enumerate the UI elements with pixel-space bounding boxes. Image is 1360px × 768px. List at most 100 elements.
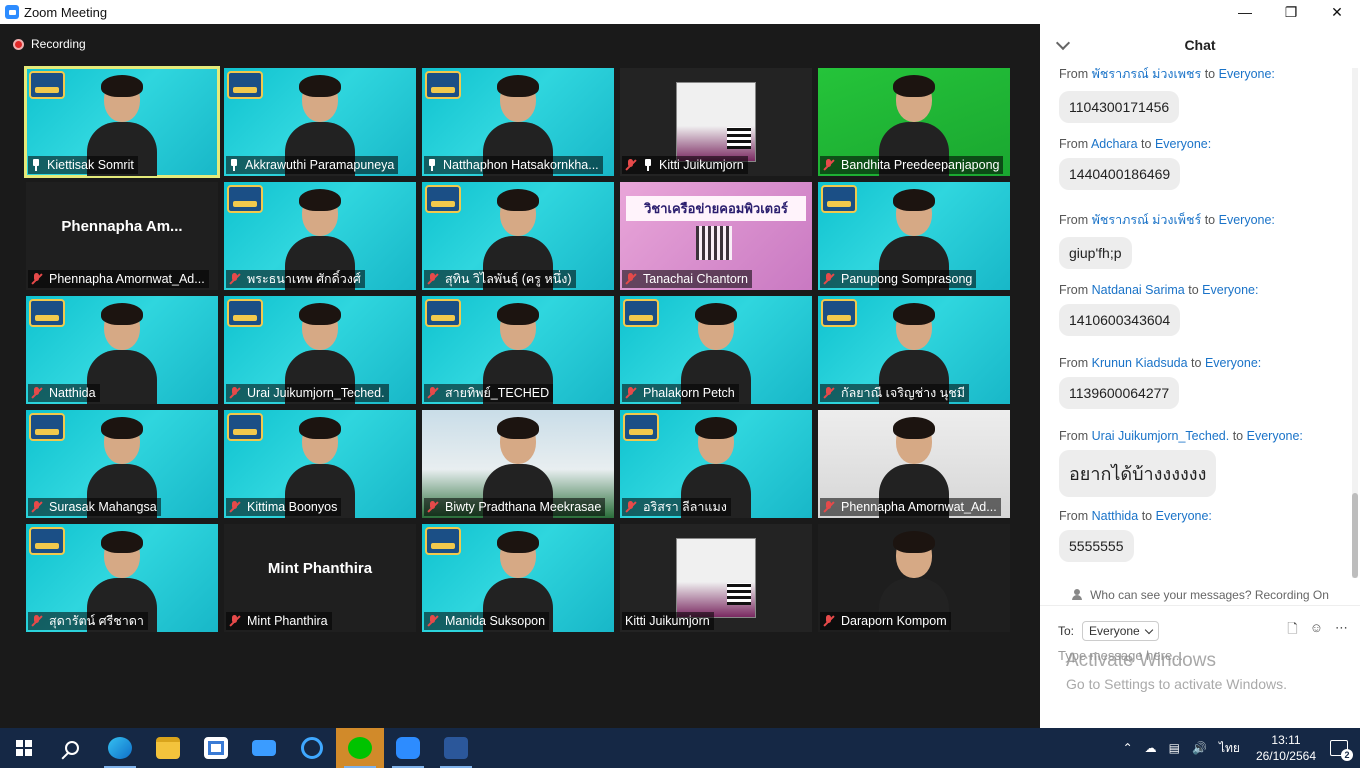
to-word: to [1232, 429, 1244, 443]
line-button[interactable] [336, 728, 384, 768]
recipient-name[interactable]: Everyone: [1205, 356, 1261, 370]
chat-scrollbar[interactable] [1352, 68, 1358, 578]
file-icon[interactable]: 🗋 [1287, 620, 1297, 642]
sender-name[interactable]: Krunun Kiadsuda [1092, 356, 1188, 370]
chevron-up-icon[interactable]: ⌃ [1123, 741, 1133, 755]
recipient-name[interactable]: Everyone: [1156, 509, 1212, 523]
recipient-value: Everyone [1089, 624, 1140, 638]
participant-tile[interactable]: Daraporn Kompom [818, 524, 1010, 632]
participant-tile[interactable]: Natthida [26, 296, 218, 404]
participant-tile[interactable]: สุดารัตน์ ศรีชาดา [26, 524, 218, 632]
notification-icon[interactable]: 2 [1330, 740, 1353, 761]
from-label: From [1059, 213, 1089, 227]
muted-mic-icon [31, 273, 43, 285]
participant-tile[interactable]: Kittima Boonyos [224, 410, 416, 518]
from-label: From [1059, 509, 1089, 523]
to-word: to [1204, 213, 1216, 227]
muted-mic-icon [31, 615, 43, 627]
participant-tile[interactable]: Kiettisak Somrit [24, 66, 220, 178]
recipient-name[interactable]: Everyone: [1247, 429, 1303, 443]
visibility-note[interactable]: Who can see your messages? Recording On [1040, 584, 1360, 606]
more-icon[interactable]: ⋯ [1335, 620, 1348, 642]
emoji-icon[interactable]: ☺ [1310, 620, 1323, 642]
language-indicator[interactable]: ไทย [1219, 739, 1240, 758]
sender-name[interactable]: พัชราภรณ์ ม่วงเพ็ชร์ [1092, 213, 1202, 227]
maximize-button[interactable]: ❐ [1268, 0, 1314, 24]
word-button[interactable] [432, 728, 480, 768]
participant-tile[interactable]: Manida Suksopon [422, 524, 614, 632]
participant-tile[interactable]: พระธนาเทพ ศักดิ์วงศ์ [224, 182, 416, 290]
participant-name: สายทิพย์_TECHED [445, 386, 550, 400]
participant-name-tag: Akkrawuthi Paramapuneya [226, 156, 399, 174]
participant-tile[interactable]: Urai Juikumjorn_Teched. [224, 296, 416, 404]
participant-tile[interactable]: Natthaphon Hatsakornkha... [422, 68, 614, 176]
message-header: From Natdanai Sarima to Everyone: [1059, 283, 1258, 297]
chat-tools: 🗋 ☺ ⋯ [1287, 620, 1348, 642]
sender-name[interactable]: Natthida [1092, 509, 1139, 523]
close-button[interactable]: ✕ [1314, 0, 1360, 24]
participant-name-tag: Kitti Juikumjorn [622, 612, 714, 630]
search-button[interactable] [48, 728, 96, 768]
recipient-dropdown[interactable]: Everyone [1082, 621, 1159, 641]
mail-button[interactable] [240, 728, 288, 768]
participant-name-tag: สุดารัตน์ ศรีชาดา [28, 612, 148, 630]
message-header: From Urai Juikumjorn_Teched. to Everyone… [1059, 429, 1303, 443]
zoom-button[interactable] [384, 728, 432, 768]
minimize-button[interactable]: — [1222, 0, 1268, 24]
network-icon[interactable]: ▤ [1169, 741, 1180, 755]
participant-name-tag: Kitti Juikumjorn [622, 156, 748, 174]
participant-tile[interactable]: Kitti Juikumjorn [620, 524, 812, 632]
event-logo [821, 185, 857, 213]
internet-explorer-button[interactable] [288, 728, 336, 768]
participant-name-tag: Surasak Mahangsa [28, 498, 161, 516]
participant-tile[interactable]: Biwty Pradthana Meekrasae [422, 410, 614, 518]
participant-tile[interactable]: อริสรา ลีลาแมง [620, 410, 812, 518]
participant-tile[interactable]: Phennapha Am... Phennapha Amornwat_Ad... [26, 182, 218, 290]
scrollbar-thumb[interactable] [1352, 493, 1358, 578]
participant-tile[interactable]: Bandhita Preedeepanjapong [818, 68, 1010, 176]
participant-tile[interactable]: Akkrawuthi Paramapuneya [224, 68, 416, 176]
store-button[interactable] [192, 728, 240, 768]
chevron-down-icon[interactable] [1055, 35, 1071, 51]
notification-count: 2 [1341, 749, 1353, 761]
edge-button[interactable] [96, 728, 144, 768]
sender-name[interactable]: Natdanai Sarima [1092, 283, 1185, 297]
participant-name: Tanachai Chantorn [643, 272, 748, 286]
participant-tile[interactable]: สุทิน วิไลพันธุ์ (ครู หนึ่ง) [422, 182, 614, 290]
clock[interactable]: 13:11 26/10/2564 [1256, 732, 1316, 764]
recording-icon [13, 38, 24, 50]
onedrive-icon[interactable]: ☁ [1145, 741, 1157, 755]
message-bubble: 5555555 [1059, 530, 1134, 562]
message-header: From พัชราภรณ์ ม่วงเพ็ชร์ to Everyone: [1059, 210, 1275, 230]
sender-name[interactable]: Urai Juikumjorn_Teched. [1092, 429, 1230, 443]
participant-tile[interactable]: Panupong Somprasong [818, 182, 1010, 290]
recipient-name[interactable]: Everyone: [1202, 283, 1258, 297]
windows-icon [16, 740, 32, 756]
recording-label: Recording [31, 37, 86, 51]
volume-icon[interactable]: 🔊 [1192, 741, 1207, 755]
event-logo [623, 413, 659, 441]
participant-name: พระธนาเทพ ศักดิ์วงศ์ [247, 272, 361, 286]
sender-name[interactable]: Adchara [1091, 137, 1138, 151]
recipient-name[interactable]: Everyone: [1219, 67, 1275, 81]
recipient-name[interactable]: Everyone: [1155, 137, 1211, 151]
recipient-name[interactable]: Everyone: [1219, 213, 1275, 227]
participant-tile[interactable]: Phalakorn Petch [620, 296, 812, 404]
chat-messages: From พัชราภรณ์ ม่วงเพชร to Everyone: 1104… [1040, 64, 1350, 584]
participant-tile[interactable]: Kitti Juikumjorn [620, 68, 812, 176]
participant-name: กัลยาณี เจริญช่าง นุชมี [841, 386, 965, 400]
participant-name: Manida Suksopon [445, 614, 546, 628]
file-explorer-button[interactable] [144, 728, 192, 768]
chat-title: Chat [1184, 37, 1216, 53]
sender-name[interactable]: พัชราภรณ์ ม่วงเพชร [1092, 67, 1202, 81]
participant-tile[interactable]: สายทิพย์_TECHED [422, 296, 614, 404]
recording-indicator[interactable]: Recording [13, 37, 86, 51]
participant-tile[interactable]: Mint Phanthira Mint Phanthira [224, 524, 416, 632]
participant-tile[interactable]: Phennapha Amornwat_Ad... [818, 410, 1010, 518]
participant-tile[interactable]: กัลยาณี เจริญช่าง นุชมี [818, 296, 1010, 404]
participant-tile[interactable]: Surasak Mahangsa [26, 410, 218, 518]
participant-name-tag: Phennapha Amornwat_Ad... [28, 270, 209, 288]
start-button[interactable] [0, 728, 48, 768]
participant-tile[interactable]: วิชาเครือข่ายคอมพิวเตอร์ Tanachai Chantor… [620, 182, 812, 290]
activate-subtitle: Go to Settings to activate Windows. [1066, 676, 1287, 692]
